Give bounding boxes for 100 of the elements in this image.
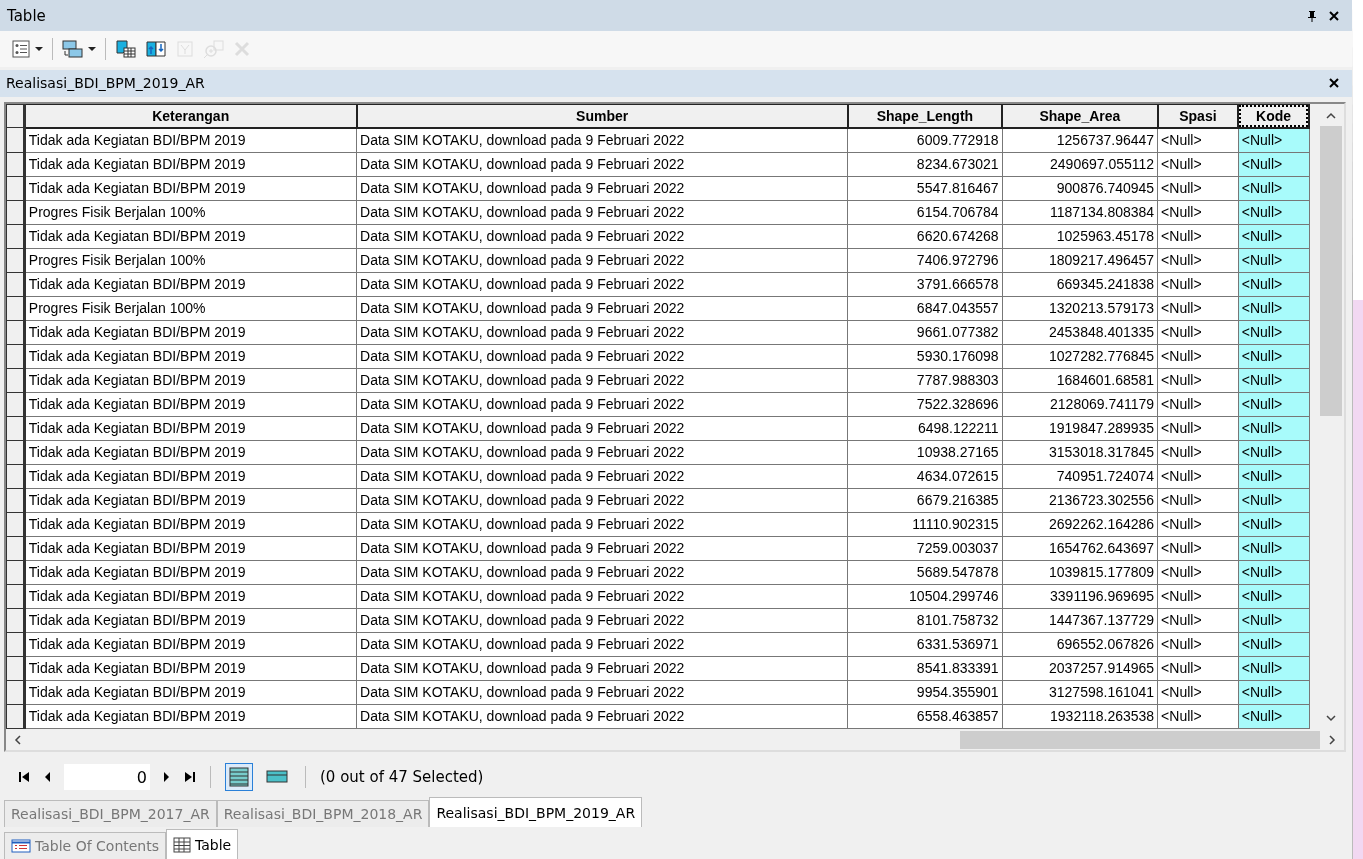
row-selector[interactable] [6,224,25,249]
list-options-icon [11,38,31,59]
row-selector[interactable] [6,127,25,153]
table-cell: 8541.833391 [847,656,1003,681]
table-cell: 6558.463857 [847,704,1003,729]
row-selector[interactable] [6,704,25,729]
layer-tab[interactable]: Realisasi_BDI_BPM_2017_AR [4,800,217,827]
table-cell: Tidak ada Kegiatan BDI/BPM 2019 [24,176,357,201]
table-cell: 6620.674268 [847,224,1003,249]
table-cell: 1932118.263538 [1002,704,1158,729]
table-cell: 6009.772918 [847,127,1003,153]
row-selector[interactable] [6,200,25,225]
table-cell: Data SIM KOTAKU, download pada 9 Februari 2022 [356,296,848,321]
table-cell: 10504.299746 [847,584,1003,609]
table-cell: Data SIM KOTAKU, download pada 9 Februari 2022 [356,152,848,177]
table-cell: 7787.988303 [847,368,1003,393]
table-cell: 1187134.808384 [1002,200,1158,225]
table-cell: Data SIM KOTAKU, download pada 9 Februari 2022 [356,200,848,225]
select-table-icon [115,38,137,59]
table-cell: Data SIM KOTAKU, download pada 9 Februari 2022 [356,680,848,705]
record-number-field[interactable]: 0 [64,764,150,791]
row-selector[interactable] [6,464,25,489]
dock-tab[interactable]: Table Of Contents [4,832,167,859]
row-selector[interactable] [6,368,25,393]
table-cell: Data SIM KOTAKU, download pada 9 Februari 2022 [356,512,848,537]
table-cell: 7259.003037 [847,536,1003,561]
scroll-up-icon[interactable] [1325,111,1336,120]
row-selector[interactable] [6,344,25,369]
table-cell: Data SIM KOTAKU, download pada 9 Februari 2022 [356,392,848,417]
table-cell: 1654762.643697 [1002,536,1158,561]
clear-selection-icon [175,38,195,59]
column-header[interactable]: Shape_Area [1002,104,1158,128]
all-records-icon [228,766,250,789]
row-selector[interactable] [6,176,25,201]
table-cell: 8101.758732 [847,608,1003,633]
table-cell: 1039815.177809 [1002,560,1158,585]
table-cell: 3153018.317845 [1002,440,1158,465]
table-cell: Tidak ada Kegiatan BDI/BPM 2019 [24,368,357,393]
table-cell: Data SIM KOTAKU, download pada 9 Februari 2022 [356,560,848,585]
close-icon[interactable] [1328,77,1340,90]
row-selector[interactable] [6,248,25,273]
layer-tab[interactable]: Realisasi_BDI_BPM_2019_AR [429,797,643,827]
row-selector[interactable] [6,272,25,297]
corner-header [6,104,25,128]
row-selector[interactable] [6,632,25,657]
table-cell: 3791.666578 [847,272,1003,297]
table-cell: Data SIM KOTAKU, download pada 9 Februari 2022 [356,584,848,609]
layer-tab[interactable]: Realisasi_BDI_BPM_2018_AR [216,800,430,827]
row-selector[interactable] [6,656,25,681]
column-header[interactable]: Keterangan [24,104,357,128]
table-cell: 9954.355901 [847,680,1003,705]
row-selector[interactable] [6,536,25,561]
table-cell: Tidak ada Kegiatan BDI/BPM 2019 [24,152,357,177]
table-cell: 7522.328696 [847,392,1003,417]
scroll-left-icon[interactable] [14,734,22,745]
row-selector[interactable] [6,608,25,633]
table-cell: 2490697.055112 [1002,152,1158,177]
table-cell: 5689.547878 [847,560,1003,585]
column-header[interactable]: Kode [1238,104,1309,128]
pin-icon[interactable] [1306,9,1318,22]
table-cell: Data SIM KOTAKU, download pada 9 Februari 2022 [356,464,848,489]
row-selector[interactable] [6,680,25,705]
row-selector[interactable] [6,416,25,441]
table-cell: 6154.706784 [847,200,1003,225]
view-toggle-button[interactable] [225,763,253,792]
column-header[interactable]: Sumber [356,104,848,128]
table-cell: Tidak ada Kegiatan BDI/BPM 2019 [24,272,357,297]
table-cell: Tidak ada Kegiatan BDI/BPM 2019 [24,512,357,537]
table-cell: Data SIM KOTAKU, download pada 9 Februari 2022 [356,248,848,273]
row-selector[interactable] [6,392,25,417]
table-cell: Tidak ada Kegiatan BDI/BPM 2019 [24,632,357,657]
table-cell: Data SIM KOTAKU, download pada 9 Februari 2022 [356,224,848,249]
switch-selection-icon [145,38,167,59]
column-header[interactable]: Shape_Length [847,104,1003,128]
table-cell: Tidak ada Kegiatan BDI/BPM 2019 [24,127,357,153]
last-record-icon[interactable] [182,771,196,784]
scroll-right-icon[interactable] [1328,734,1336,745]
row-selector[interactable] [6,560,25,585]
selection-status: (0 out of 47 Selected) [320,768,484,787]
first-record-icon[interactable] [18,771,32,784]
dock-tab[interactable]: Table [166,829,239,859]
table-cell: Progres Fisik Berjalan 100% [24,200,357,225]
table-cell: 11110.902315 [847,512,1003,537]
close-icon[interactable] [1328,9,1340,22]
row-selector[interactable] [6,320,25,345]
scroll-down-icon[interactable] [1325,713,1336,722]
row-selector[interactable] [6,584,25,609]
row-selector[interactable] [6,296,25,321]
row-selector[interactable] [6,488,25,513]
table-cell: Data SIM KOTAKU, download pada 9 Februari 2022 [356,416,848,441]
row-selector[interactable] [6,440,25,465]
table-cell: Data SIM KOTAKU, download pada 9 Februari 2022 [356,656,848,681]
table-cell: Data SIM KOTAKU, download pada 9 Februari 2022 [356,440,848,465]
table-cell: 1027282.776845 [1002,344,1158,369]
table-cell: 7406.972796 [847,248,1003,273]
row-selector[interactable] [6,152,25,177]
column-header[interactable]: Spasi [1157,104,1239,128]
row-selector[interactable] [6,512,25,537]
table-cell: Progres Fisik Berjalan 100% [24,296,357,321]
table-cell: 1684601.68581 [1002,368,1158,393]
